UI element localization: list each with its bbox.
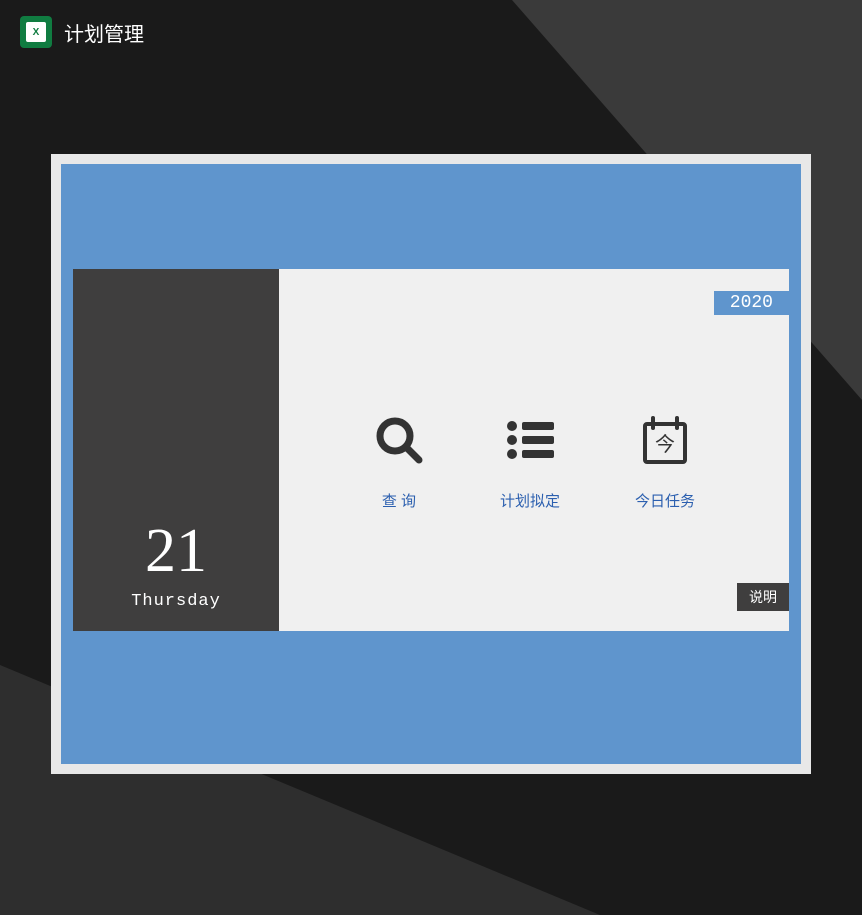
page-title: 计划管理 — [64, 18, 144, 47]
search-action[interactable]: 查 询 — [373, 414, 425, 511]
svg-text:今: 今 — [655, 433, 675, 456]
date-panel: 21 Thursday — [73, 269, 279, 631]
search-label: 查 询 — [382, 490, 416, 511]
main-panel: 2020 查 询 — [279, 269, 789, 631]
content-area: 21 Thursday 2020 查 询 — [73, 269, 789, 631]
calendar-today-icon: 今 — [639, 414, 691, 466]
header: X 计划管理 — [0, 0, 862, 64]
date-number: 21 — [145, 520, 207, 582]
action-grid: 查 询 — [279, 269, 789, 631]
date-day-name: Thursday — [131, 592, 221, 611]
list-icon — [504, 414, 556, 466]
excel-icon: X — [20, 16, 52, 48]
card-container: 21 Thursday 2020 查 询 — [51, 154, 811, 774]
search-icon — [373, 414, 425, 466]
excel-icon-inner: X — [26, 22, 46, 42]
today-label: 今日任务 — [635, 490, 695, 511]
card-inner: 21 Thursday 2020 查 询 — [61, 164, 801, 764]
today-action[interactable]: 今 今日任务 — [635, 414, 695, 511]
year-badge: 2020 — [714, 291, 789, 315]
plan-action[interactable]: 计划拟定 — [500, 414, 560, 511]
plan-label: 计划拟定 — [500, 490, 560, 511]
info-button[interactable]: 说明 — [737, 583, 789, 611]
